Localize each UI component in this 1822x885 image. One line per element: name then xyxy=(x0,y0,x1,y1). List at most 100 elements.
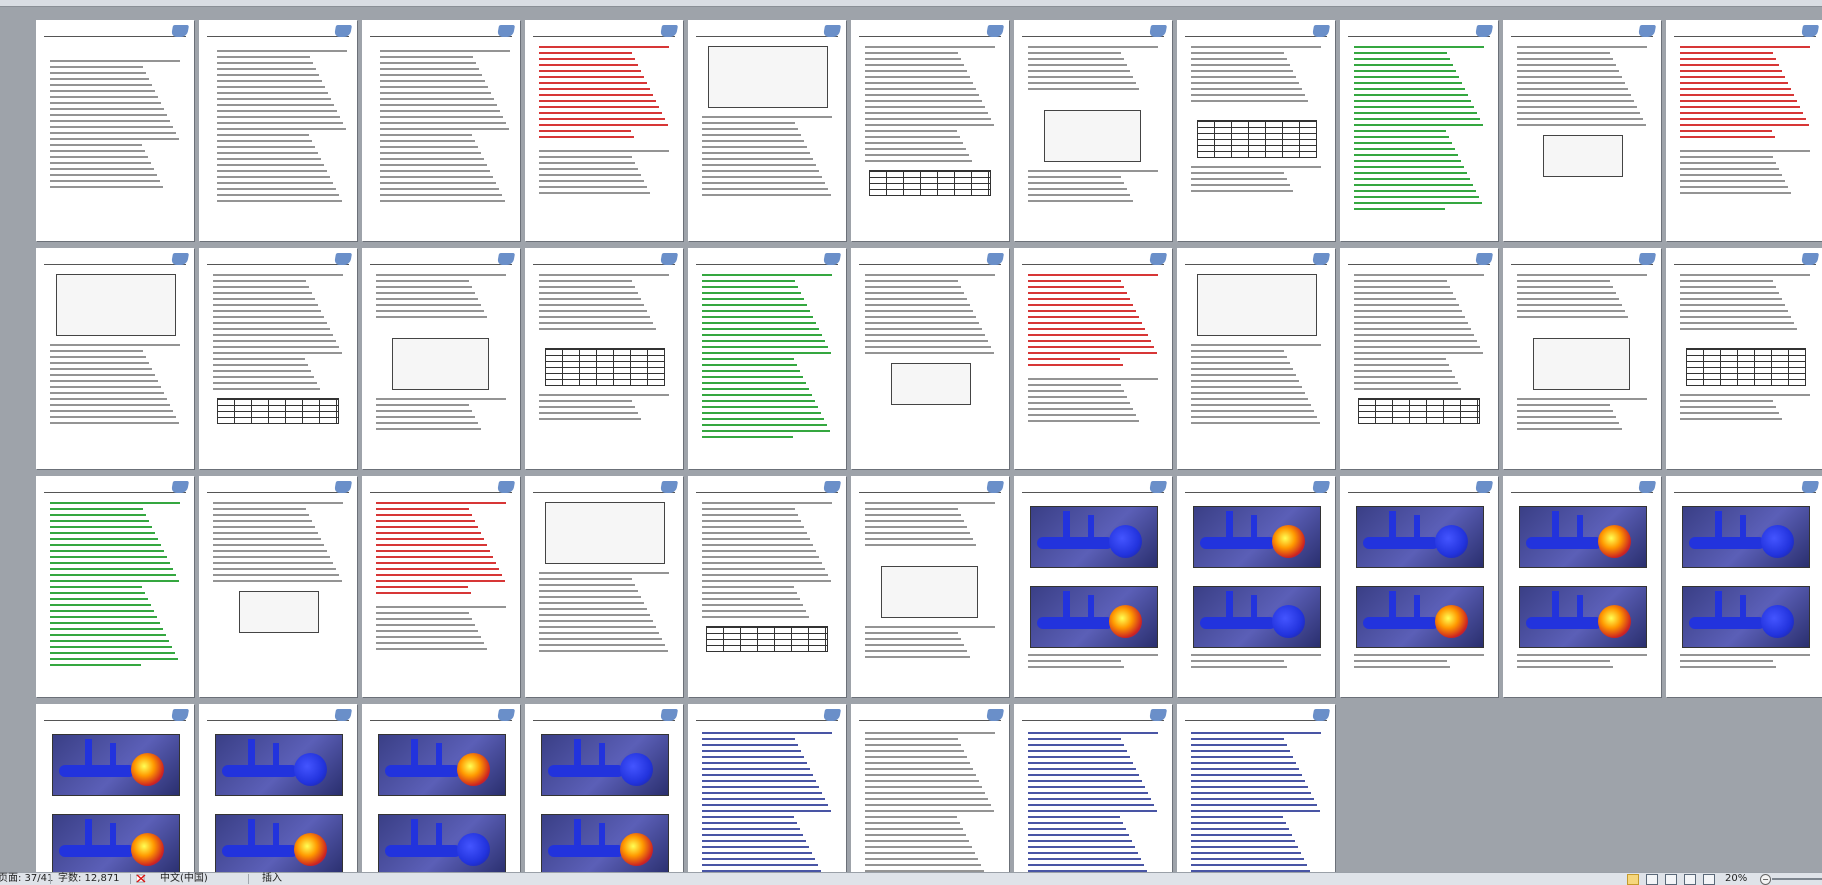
page-thumbnail[interactable] xyxy=(36,704,194,872)
outline-view-icon[interactable] xyxy=(1684,874,1696,885)
school-logo-icon xyxy=(1311,481,1331,493)
text-line xyxy=(217,80,322,82)
text-line xyxy=(213,520,312,522)
text-line xyxy=(1354,136,1449,138)
page-thumbnail[interactable] xyxy=(851,704,1009,872)
page-thumbnail[interactable] xyxy=(525,704,683,872)
text-line xyxy=(1028,274,1158,276)
page-thumbnail[interactable] xyxy=(1666,20,1822,241)
page-thumbnail[interactable] xyxy=(36,476,194,697)
text-line xyxy=(217,176,330,178)
text-line xyxy=(213,550,327,552)
page-thumbnail[interactable] xyxy=(851,476,1009,697)
text-line xyxy=(702,334,822,336)
school-logo-icon xyxy=(822,481,842,493)
page-thumbnail[interactable] xyxy=(688,476,846,697)
page-thumbnail[interactable] xyxy=(1177,20,1335,241)
page-thumbnail[interactable] xyxy=(1666,476,1822,697)
page-thumbnail[interactable] xyxy=(199,704,357,872)
text-line xyxy=(213,340,336,342)
school-logo-icon xyxy=(1311,253,1331,265)
language-label[interactable]: 中文(中国) xyxy=(160,873,208,885)
page-thumbnail[interactable] xyxy=(199,248,357,469)
page-thumbnail[interactable] xyxy=(1177,248,1335,469)
school-logo-icon xyxy=(333,253,353,265)
text-line xyxy=(1680,156,1773,158)
text-line xyxy=(1191,660,1284,662)
text-line xyxy=(1517,298,1619,300)
page-thumbnail[interactable] xyxy=(1177,476,1335,697)
page-thumbnail[interactable] xyxy=(1177,704,1335,872)
text-line xyxy=(539,106,659,108)
text-line xyxy=(539,644,665,646)
text-line xyxy=(539,286,635,288)
zoom-level-label[interactable]: 20% xyxy=(1725,873,1747,885)
text-line xyxy=(539,608,647,610)
page-thumbnail[interactable] xyxy=(1503,476,1661,697)
page-thumbnail[interactable] xyxy=(362,704,520,872)
page-thumbnail[interactable] xyxy=(362,476,520,697)
page-thumbnail[interactable] xyxy=(1503,20,1661,241)
text-line xyxy=(865,58,961,60)
text-line xyxy=(702,550,816,552)
draft-view-icon[interactable] xyxy=(1703,874,1715,885)
text-line xyxy=(380,74,482,76)
text-line xyxy=(376,316,487,318)
page-count-label[interactable]: 页面: 37/41 xyxy=(0,873,53,885)
page-thumbnail[interactable] xyxy=(1340,476,1498,697)
page-thumbnail[interactable] xyxy=(1014,248,1172,469)
drawing-figure xyxy=(1533,338,1630,390)
text-line xyxy=(702,194,831,196)
page-thumbnail[interactable] xyxy=(525,476,683,697)
text-line xyxy=(865,82,973,84)
document-pages-area[interactable] xyxy=(0,6,1822,872)
text-line xyxy=(865,656,970,658)
page-thumbnail[interactable] xyxy=(1014,20,1172,241)
proofing-error-icon[interactable] xyxy=(136,874,146,883)
school-logo-icon xyxy=(1148,25,1168,37)
page-thumbnail[interactable] xyxy=(1340,20,1498,241)
text-line xyxy=(1354,340,1477,342)
page-thumbnail[interactable] xyxy=(525,20,683,241)
text-line xyxy=(865,852,975,854)
page-thumbnail[interactable] xyxy=(199,476,357,697)
web-layout-view-icon[interactable] xyxy=(1665,874,1677,885)
page-thumbnail[interactable] xyxy=(1014,476,1172,697)
drawing-figure xyxy=(1197,274,1317,336)
full-screen-reading-view-icon[interactable] xyxy=(1646,874,1658,885)
page-thumbnail[interactable] xyxy=(36,248,194,469)
page-thumbnail[interactable] xyxy=(1340,248,1498,469)
drawing-figure xyxy=(891,363,971,405)
page-thumbnail[interactable] xyxy=(1666,248,1822,469)
text-line xyxy=(1680,82,1788,84)
text-line xyxy=(539,298,641,300)
text-line xyxy=(217,68,316,70)
text-line xyxy=(1028,322,1142,324)
page-thumbnail[interactable] xyxy=(1014,704,1172,872)
page-thumbnail[interactable] xyxy=(851,248,1009,469)
text-line xyxy=(1028,384,1121,386)
text-line xyxy=(1354,106,1474,108)
text-line xyxy=(702,358,794,360)
text-line xyxy=(1191,834,1292,836)
word-count-label[interactable]: 字数: 12,871 xyxy=(58,873,120,885)
page-thumbnail[interactable] xyxy=(525,248,683,469)
page-thumbnail[interactable] xyxy=(688,248,846,469)
text-line xyxy=(380,86,488,88)
page-thumbnail[interactable] xyxy=(362,248,520,469)
zoom-out-button[interactable]: − xyxy=(1760,874,1771,885)
page-thumbnail[interactable] xyxy=(688,704,846,872)
page-thumbnail[interactable] xyxy=(199,20,357,241)
zoom-slider[interactable] xyxy=(1772,878,1822,880)
page-thumbnail[interactable] xyxy=(36,20,194,241)
print-layout-view-icon[interactable] xyxy=(1627,874,1639,885)
text-line xyxy=(1191,840,1295,842)
text-line xyxy=(213,328,330,330)
page-header-rule xyxy=(207,720,349,721)
page-thumbnail[interactable] xyxy=(1503,248,1661,469)
page-thumbnail[interactable] xyxy=(688,20,846,241)
insert-mode-label[interactable]: 插入 xyxy=(262,873,282,885)
page-thumbnail[interactable] xyxy=(851,20,1009,241)
text-line xyxy=(1354,316,1465,318)
page-thumbnail[interactable] xyxy=(362,20,520,241)
